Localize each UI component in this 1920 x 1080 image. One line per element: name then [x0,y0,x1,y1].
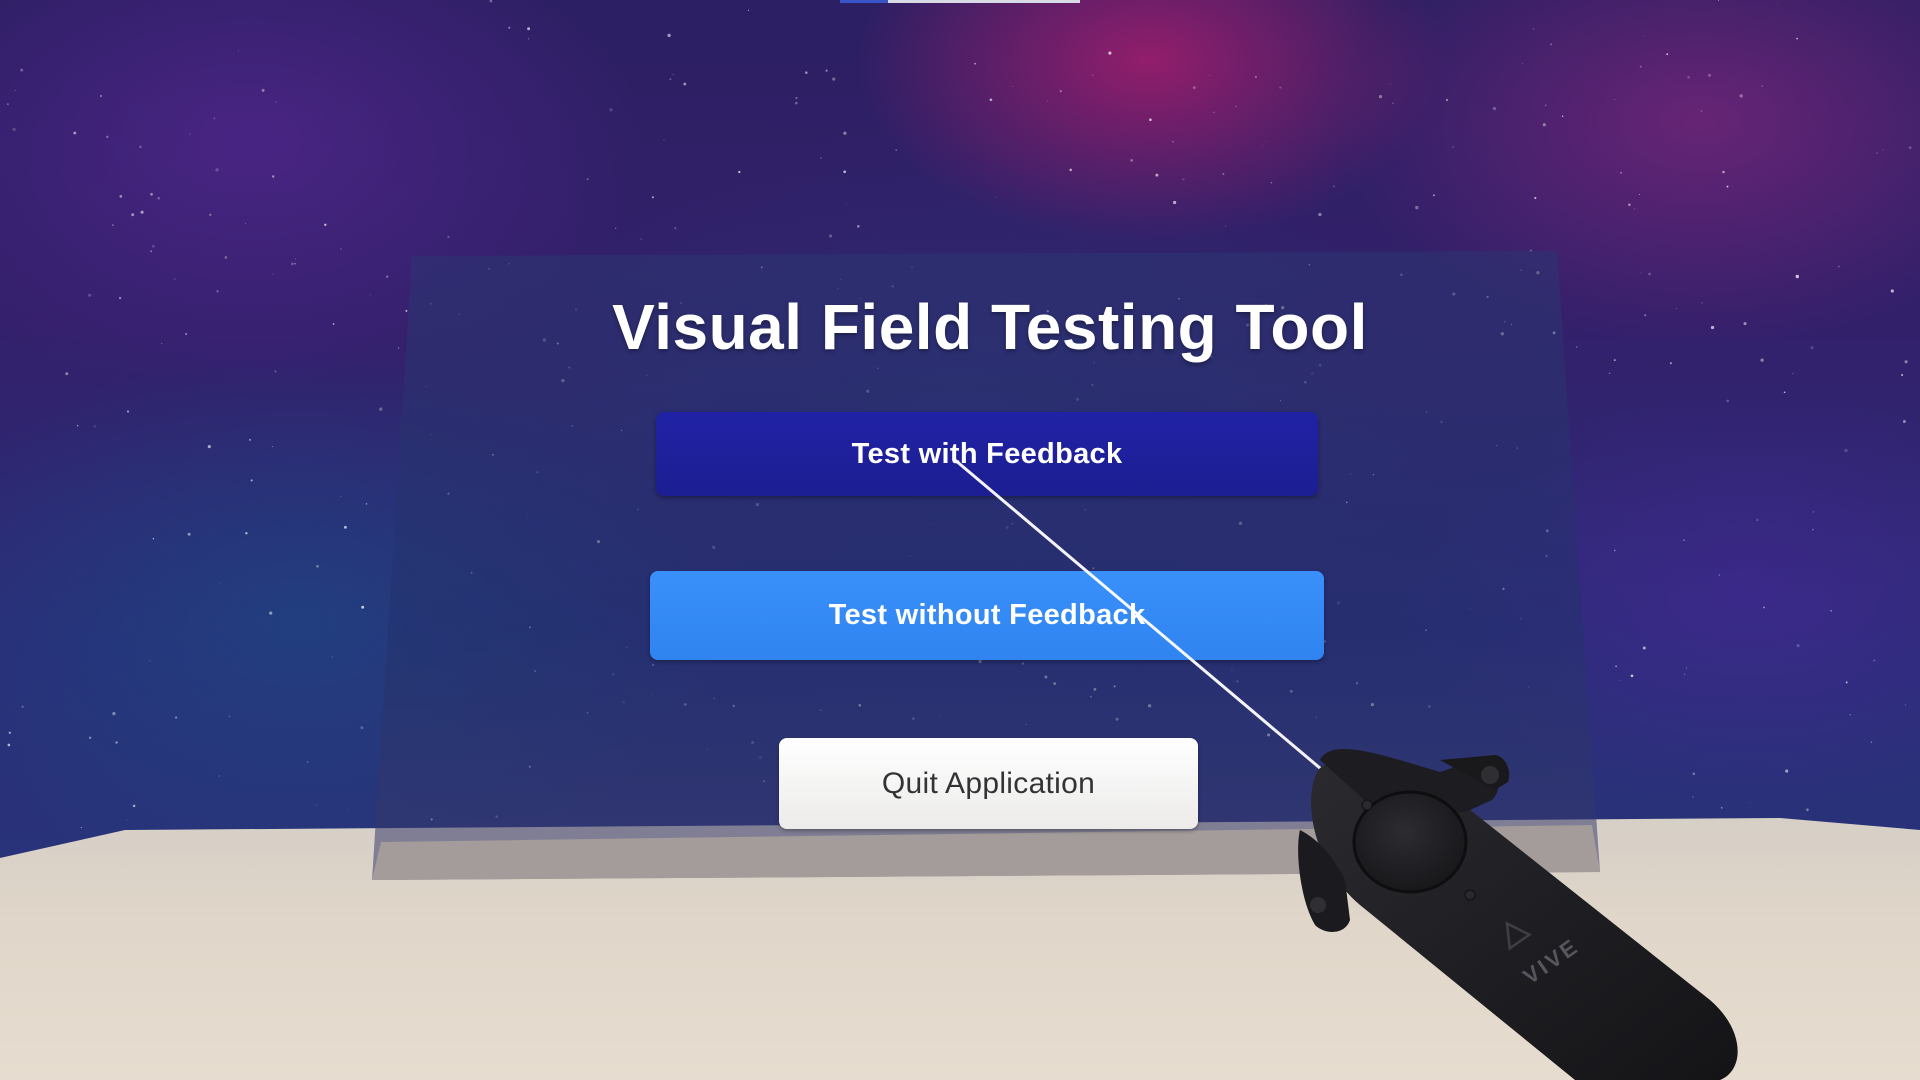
quit-application-button[interactable]: Quit Application [779,738,1198,829]
quit-application-label: Quit Application [881,766,1096,800]
test-without-feedback-button[interactable]: Test without Feedback [650,571,1324,660]
page-title: Visual Field Testing Tool [612,291,1368,363]
vr-scene: Visual Field Testing Tool Test with Feed… [0,0,1920,1080]
test-without-feedback-label: Test without Feedback [828,599,1146,631]
tabletop-floor [0,818,1920,1080]
test-with-feedback-label: Test with Feedback [851,437,1123,470]
test-with-feedback-button[interactable]: Test with Feedback [656,412,1318,496]
